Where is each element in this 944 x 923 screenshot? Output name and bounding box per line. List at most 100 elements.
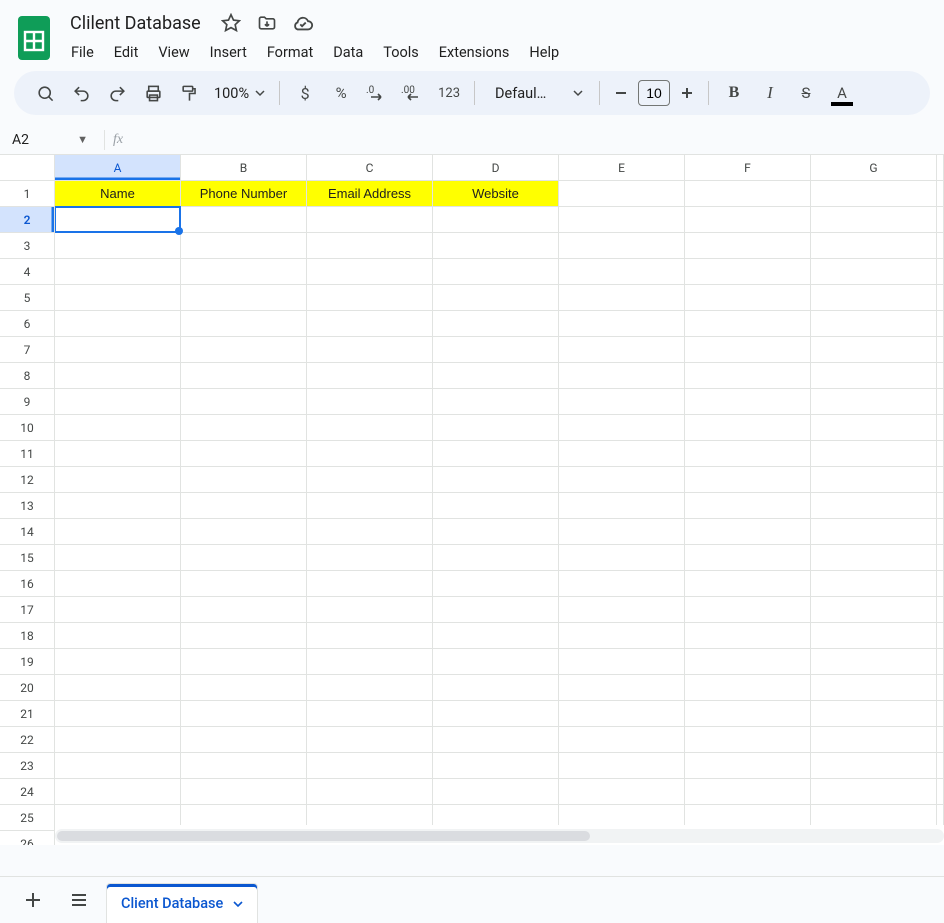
cell[interactable] xyxy=(685,727,811,753)
menu-edit[interactable]: Edit xyxy=(105,40,148,65)
cell[interactable] xyxy=(937,259,944,285)
decrease-decimal-icon[interactable]: .0 xyxy=(360,77,394,109)
cell[interactable] xyxy=(937,311,944,337)
row-header[interactable]: 10 xyxy=(0,415,54,441)
cell[interactable] xyxy=(433,753,559,779)
print-icon[interactable] xyxy=(136,77,170,109)
cell[interactable] xyxy=(559,753,685,779)
cell[interactable] xyxy=(937,285,944,311)
cell[interactable] xyxy=(559,259,685,285)
cell[interactable] xyxy=(55,623,181,649)
cell[interactable] xyxy=(433,389,559,415)
menu-help[interactable]: Help xyxy=(520,40,568,65)
cell[interactable] xyxy=(811,623,937,649)
cell[interactable] xyxy=(937,545,944,571)
font-size-input[interactable] xyxy=(638,80,670,106)
cell[interactable] xyxy=(55,441,181,467)
cell[interactable] xyxy=(937,701,944,727)
move-icon[interactable] xyxy=(255,11,279,35)
cell[interactable] xyxy=(181,675,307,701)
cell[interactable] xyxy=(181,753,307,779)
cell[interactable] xyxy=(181,779,307,805)
cell[interactable] xyxy=(937,415,944,441)
cell[interactable] xyxy=(307,259,433,285)
cell[interactable] xyxy=(685,649,811,675)
cell[interactable] xyxy=(433,441,559,467)
cell[interactable] xyxy=(559,467,685,493)
font-family-select[interactable]: Defaul… xyxy=(483,85,591,102)
chevron-down-icon[interactable] xyxy=(233,899,243,909)
cell[interactable] xyxy=(685,207,811,233)
cell[interactable] xyxy=(811,597,937,623)
cell[interactable] xyxy=(937,337,944,363)
column-header[interactable]: A xyxy=(55,155,181,180)
cell[interactable] xyxy=(937,207,944,233)
cell[interactable] xyxy=(307,571,433,597)
cell[interactable] xyxy=(55,675,181,701)
cell[interactable] xyxy=(181,571,307,597)
text-color-button[interactable]: A xyxy=(825,77,859,109)
horizontal-scrollbar[interactable] xyxy=(55,829,944,843)
row-header[interactable]: 13 xyxy=(0,493,54,519)
select-all-corner[interactable] xyxy=(0,155,55,181)
cell[interactable] xyxy=(181,727,307,753)
row-header[interactable]: 14 xyxy=(0,519,54,545)
cell[interactable] xyxy=(685,623,811,649)
scrollbar-thumb[interactable] xyxy=(57,831,590,841)
cell[interactable] xyxy=(307,311,433,337)
cell[interactable] xyxy=(55,571,181,597)
cell[interactable] xyxy=(685,233,811,259)
cell[interactable] xyxy=(811,571,937,597)
cell[interactable] xyxy=(937,649,944,675)
cell[interactable] xyxy=(181,493,307,519)
cell[interactable] xyxy=(685,675,811,701)
formula-input[interactable] xyxy=(123,125,944,154)
cell[interactable] xyxy=(685,779,811,805)
cell[interactable] xyxy=(55,259,181,285)
increase-font-size-button[interactable] xyxy=(674,77,700,109)
cell[interactable] xyxy=(307,415,433,441)
cell[interactable] xyxy=(55,389,181,415)
cell[interactable] xyxy=(685,389,811,415)
cell[interactable] xyxy=(559,519,685,545)
format-percent-icon[interactable]: % xyxy=(324,77,358,109)
column-header[interactable]: C xyxy=(307,155,433,180)
cell[interactable] xyxy=(937,623,944,649)
cell[interactable] xyxy=(433,519,559,545)
cell[interactable] xyxy=(559,389,685,415)
cell[interactable] xyxy=(811,545,937,571)
cell[interactable] xyxy=(307,441,433,467)
row-header[interactable]: 8 xyxy=(0,363,54,389)
cell[interactable] xyxy=(937,363,944,389)
cell[interactable] xyxy=(559,623,685,649)
menu-view[interactable]: View xyxy=(149,40,198,65)
cell[interactable] xyxy=(559,233,685,259)
cell[interactable] xyxy=(559,363,685,389)
cell[interactable] xyxy=(181,597,307,623)
cell[interactable] xyxy=(685,363,811,389)
strikethrough-button[interactable]: S xyxy=(789,77,823,109)
cell[interactable] xyxy=(181,337,307,363)
row-header[interactable]: 23 xyxy=(0,753,54,779)
cell[interactable] xyxy=(55,519,181,545)
row-header[interactable]: 16 xyxy=(0,571,54,597)
cell[interactable] xyxy=(181,311,307,337)
cell[interactable] xyxy=(181,649,307,675)
cell[interactable] xyxy=(433,779,559,805)
column-header[interactable]: D xyxy=(433,155,559,180)
cell[interactable] xyxy=(181,285,307,311)
cell[interactable] xyxy=(181,441,307,467)
cell[interactable] xyxy=(811,363,937,389)
menu-insert[interactable]: Insert xyxy=(201,40,256,65)
cell[interactable] xyxy=(811,441,937,467)
cell[interactable] xyxy=(55,779,181,805)
cell[interactable] xyxy=(181,467,307,493)
cell[interactable] xyxy=(685,337,811,363)
cell[interactable] xyxy=(559,649,685,675)
cell[interactable] xyxy=(307,779,433,805)
cell[interactable] xyxy=(811,415,937,441)
cell[interactable] xyxy=(181,805,307,825)
menu-format[interactable]: Format xyxy=(258,40,322,65)
cell[interactable] xyxy=(181,701,307,727)
cell[interactable] xyxy=(307,467,433,493)
